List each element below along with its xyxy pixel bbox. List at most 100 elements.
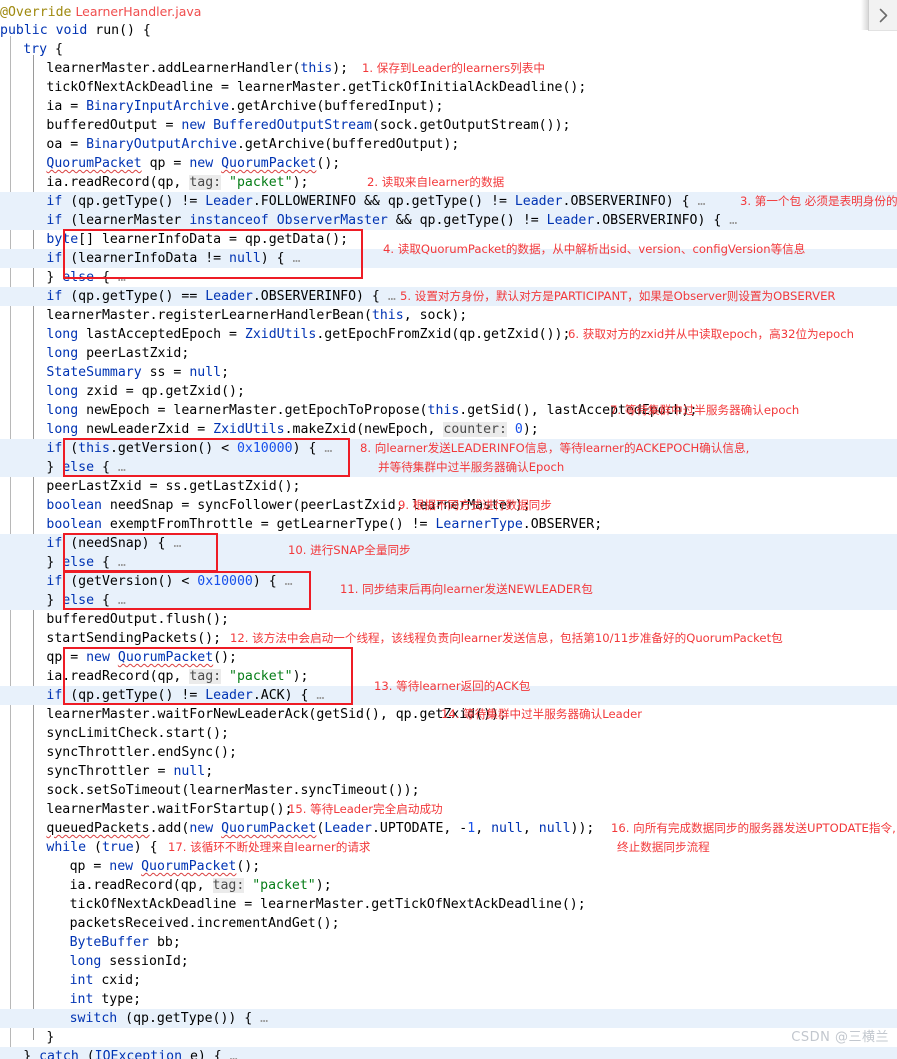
annotation-step-7: 7. 等待集群中过半服务器确认epoch <box>610 403 800 417</box>
code-line-text: if (this.getVersion() < 0x10000) { … <box>46 441 333 456</box>
code-line[interactable]: qp = new QuorumPacket(); <box>0 857 897 876</box>
code-line[interactable]: qp = new QuorumPacket(); <box>0 648 897 667</box>
code-line-text: ia = BinaryInputArchive.getArchive(buffe… <box>46 99 444 114</box>
file-name-label: LearnerHandler.java <box>71 4 202 19</box>
code-line-text: bufferedOutput = new BufferedOutputStrea… <box>46 118 571 133</box>
code-line[interactable]: long peerLastZxid; <box>0 344 897 363</box>
code-line-text: long lastAcceptedEpoch = ZxidUtils.getEp… <box>46 327 571 342</box>
annotation-step-1: 1. 保存到Leader的learners列表中 <box>362 61 545 75</box>
code-line-text: int type; <box>69 992 142 1007</box>
annotation-step-6: 6. 获取对方的zxid并从中读取epoch，高32位为epoch <box>568 327 854 341</box>
code-line-text: peerLastZxid = ss.getLastZxid(); <box>46 479 301 494</box>
code-line[interactable]: } else { … <box>0 268 897 287</box>
scroll-shadow <box>861 0 868 30</box>
annotation-step-13: 13. 等待learner返回的ACK包 <box>374 679 531 693</box>
code-line[interactable]: long zxid = qp.getZxid(); <box>0 382 897 401</box>
code-line[interactable]: } catch (IOException e) { … <box>0 1047 897 1059</box>
code-line[interactable]: bufferedOutput.flush(); <box>0 610 897 629</box>
code-line-text: qp = new QuorumPacket(); <box>46 650 237 665</box>
code-line[interactable]: ia = BinaryInputArchive.getArchive(buffe… <box>0 97 897 116</box>
code-editor-pane[interactable]: @Override LearnerHandler.java public void… <box>0 0 897 1059</box>
code-line[interactable]: learnerMaster.waitForStartup(); <box>0 800 897 819</box>
code-line-text: qp = new QuorumPacket(); <box>69 859 261 874</box>
code-line-text: } else { … <box>46 460 126 475</box>
code-line-text: queuedPackets.add(new QuorumPacket(Leade… <box>46 821 595 836</box>
code-line-text: boolean exemptFromThrottle = getLearnerT… <box>46 517 603 532</box>
code-line[interactable]: ByteBuffer bb; <box>0 933 897 952</box>
code-line-text: learnerMaster.addLearnerHandler(this); <box>46 61 349 76</box>
code-line[interactable]: int cxid; <box>0 971 897 990</box>
annotation-step-16: 16. 向所有完成数据同步的服务器发送UPTODATE指令, <box>611 821 896 835</box>
code-line[interactable]: packetsReceived.incrementAndGet(); <box>0 914 897 933</box>
code-line-text: syncThrottler.endSync(); <box>46 745 237 760</box>
annotation-step-81: 并等待集群中过半服务器确认Epoch <box>378 460 565 474</box>
code-line-text: StateSummary ss = null; <box>46 365 230 380</box>
code-line[interactable]: @Override LearnerHandler.java <box>0 2 897 21</box>
code-line-text: } else { … <box>46 555 126 570</box>
code-line-text: try { <box>23 42 63 57</box>
code-line[interactable]: if (learnerMaster instanceof ObserverMas… <box>0 211 897 230</box>
code-line[interactable]: public void run() { <box>0 21 897 40</box>
annotation-step-9: 9. 根据不同方式进行数据同步 <box>398 498 552 512</box>
code-line[interactable]: peerLastZxid = ss.getLastZxid(); <box>0 477 897 496</box>
code-line[interactable]: tickOfNextAckDeadline = learnerMaster.ge… <box>0 78 897 97</box>
annotation-step-8: 8. 向learner发送LEADERINFO信息，等待learner的ACKE… <box>360 441 750 455</box>
code-line[interactable]: QuorumPacket qp = new QuorumPacket(); <box>0 154 897 173</box>
code-line[interactable]: syncThrottler = null; <box>0 762 897 781</box>
code-line-text: long newLeaderZxid = ZxidUtils.makeZxid(… <box>46 422 539 437</box>
code-line-text: if (getVersion() < 0x10000) { … <box>46 574 293 589</box>
code-line[interactable]: syncThrottler.endSync(); <box>0 743 897 762</box>
code-line-text: learnerMaster.registerLearnerHandlerBean… <box>46 308 468 323</box>
annotation-step-3: 3. 第一个包 必须是表明身份的包 <box>740 194 897 208</box>
code-line[interactable]: boolean exemptFromThrottle = getLearnerT… <box>0 515 897 534</box>
code-line-text: ia.readRecord(qp, tag: "packet"); <box>69 878 332 893</box>
code-line-text: if (learnerInfoData != null) { … <box>46 251 301 266</box>
annotation-step-14: 14. 等待集群中过半服务器确认Leader <box>441 707 643 721</box>
code-line-text: learnerMaster.waitForStartup(); <box>46 802 293 817</box>
code-line-text: long newEpoch = learnerMaster.getEpochTo… <box>46 403 698 418</box>
code-line-text: if (qp.getType() != Leader.ACK) { … <box>46 688 325 703</box>
chevron-right-icon[interactable] <box>868 0 897 31</box>
code-line-text: if (qp.getType() == Leader.OBSERVERINFO)… <box>46 289 396 304</box>
code-line[interactable]: ia.readRecord(qp, tag: "packet"); <box>0 876 897 895</box>
code-line-text: sock.setSoTimeout(learnerMaster.syncTime… <box>46 783 420 798</box>
code-line[interactable]: switch (qp.getType()) { … <box>0 1009 897 1028</box>
code-line[interactable]: learnerMaster.registerLearnerHandlerBean… <box>0 306 897 325</box>
code-line-text: startSendingPackets(); <box>46 631 222 646</box>
code-line-text: } else { … <box>46 270 126 285</box>
annotation-step-15: 15. 等待Leader完全启动成功 <box>288 802 443 816</box>
code-line-text: QuorumPacket qp = new QuorumPacket(); <box>46 156 341 171</box>
code-line[interactable]: syncLimitCheck.start(); <box>0 724 897 743</box>
code-line-text: if (qp.getType() != Leader.FOLLOWERINFO … <box>46 194 706 209</box>
code-line-text: while (true) { <box>46 840 158 855</box>
code-line[interactable]: } else { … <box>0 553 897 572</box>
code-line[interactable]: sock.setSoTimeout(learnerMaster.syncTime… <box>0 781 897 800</box>
code-line-text: ia.readRecord(qp, tag: "packet"); <box>46 669 309 684</box>
code-line-text: } else { … <box>46 593 126 608</box>
code-line[interactable]: long sessionId; <box>0 952 897 971</box>
code-line[interactable]: bufferedOutput = new BufferedOutputStrea… <box>0 116 897 135</box>
code-line-text: ia.readRecord(qp, tag: "packet"); <box>46 175 309 190</box>
code-line-text: oa = BinaryOutputArchive.getArchive(buff… <box>46 137 460 152</box>
code-line[interactable]: } <box>0 1028 897 1047</box>
code-line[interactable]: if (needSnap) { … <box>0 534 897 553</box>
code-line[interactable]: while (true) { <box>0 838 897 857</box>
code-line-text: tickOfNextAckDeadline = learnerMaster.ge… <box>69 897 586 912</box>
code-line[interactable]: tickOfNextAckDeadline = learnerMaster.ge… <box>0 895 897 914</box>
annotation-step-2: 2. 读取来自learner的数据 <box>367 175 505 189</box>
code-line[interactable]: StateSummary ss = null; <box>0 363 897 382</box>
annotation-step-4: 4. 读取QuorumPacket的数据，从中解析出sid、version、co… <box>383 242 806 256</box>
code-line[interactable]: long newLeaderZxid = ZxidUtils.makeZxid(… <box>0 420 897 439</box>
code-line-text: } <box>46 1030 55 1045</box>
code-line[interactable]: int type; <box>0 990 897 1009</box>
code-line[interactable]: try { <box>0 40 897 59</box>
code-line-text: long zxid = qp.getZxid(); <box>46 384 245 399</box>
code-line[interactable]: oa = BinaryOutputArchive.getArchive(buff… <box>0 135 897 154</box>
code-line-text: @Override LearnerHandler.java <box>0 4 202 20</box>
code-line-text: byte[] learnerInfoData = qp.getData(); <box>46 232 349 247</box>
code-line-text: learnerMaster.waitForNewLeaderAck(getSid… <box>46 707 507 722</box>
code-line-text: } catch (IOException e) { … <box>23 1049 238 1059</box>
code-line-text: long sessionId; <box>69 954 189 969</box>
code-line-text: ByteBuffer bb; <box>69 935 181 950</box>
annotation-step-17: 17. 该循环不断处理来自learner的请求 <box>168 840 371 854</box>
